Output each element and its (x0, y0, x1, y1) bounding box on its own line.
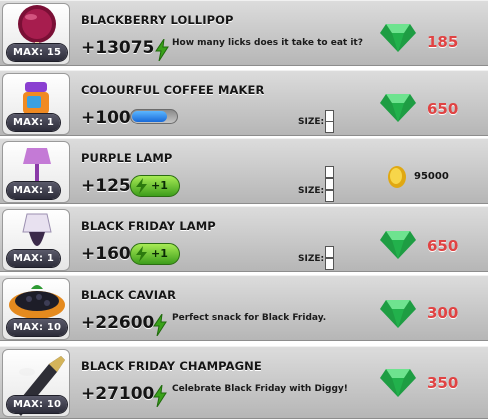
gem-icon (380, 300, 416, 328)
shop-item-row[interactable]: MAX: 15 BLACKBERRY LOLLIPOP +13075 How m… (0, 0, 488, 66)
item-price: 650 (427, 100, 459, 118)
shop-item-list: MAX: 15 BLACKBERRY LOLLIPOP +13075 How m… (0, 0, 488, 419)
item-price: 300 (427, 304, 459, 322)
energy-progress-bar (130, 109, 178, 124)
energy-boost-pill: +1 (130, 243, 180, 265)
size-box (325, 178, 334, 190)
max-quantity-badge: MAX: 10 (7, 319, 68, 336)
size-box (325, 258, 334, 270)
energy-value: +22600 (81, 313, 155, 333)
item-thumbnail: MAX: 10 (2, 349, 70, 417)
size-box (325, 190, 334, 202)
size-box (325, 121, 334, 133)
max-quantity-badge: MAX: 1 (7, 114, 61, 131)
gem-icon (380, 94, 416, 122)
size-box (325, 246, 334, 258)
energy-boost-pill: +1 (130, 175, 180, 197)
energy-bolt-icon (136, 178, 147, 194)
coin-icon (388, 166, 406, 188)
size-label: SIZE: (298, 117, 325, 127)
boost-value: +1 (151, 247, 168, 260)
item-price: 650 (427, 237, 459, 255)
energy-progress-fill (132, 111, 167, 122)
shop-item-row[interactable]: MAX: 10 BLACK CAVIAR +22600 Perfect snac… (0, 275, 488, 341)
gem-icon (380, 24, 416, 52)
item-thumbnail: MAX: 1 (2, 141, 70, 203)
gem-icon (380, 369, 416, 397)
gem-icon (380, 231, 416, 259)
energy-bolt-icon (153, 314, 167, 336)
energy-value: +160 (81, 244, 131, 264)
max-quantity-badge: MAX: 15 (7, 44, 68, 61)
item-price: 185 (427, 33, 459, 51)
energy-bolt-icon (153, 385, 167, 407)
item-name: BLACK FRIDAY LAMP (81, 219, 216, 233)
shop-item-row[interactable]: MAX: 1 BLACK FRIDAY LAMP +160 +1 SIZE: 6… (0, 206, 488, 272)
max-quantity-badge: MAX: 1 (7, 182, 61, 199)
item-name: BLACK FRIDAY CHAMPAGNE (81, 359, 262, 373)
item-price: 95000 (414, 171, 449, 182)
item-name: BLACKBERRY LOLLIPOP (81, 13, 234, 27)
energy-value: +125 (81, 176, 131, 196)
energy-bolt-icon (155, 39, 169, 61)
item-description: Celebrate Black Friday with Diggy! (172, 384, 348, 394)
energy-value: +13075 (81, 38, 155, 58)
size-label: SIZE: (298, 186, 325, 196)
item-thumbnail: MAX: 1 (2, 73, 70, 135)
item-name: COLOURFUL COFFEE MAKER (81, 83, 265, 97)
energy-value: +27100 (81, 384, 155, 404)
size-label: SIZE: (298, 254, 325, 264)
item-thumbnail: MAX: 1 (2, 209, 70, 271)
item-thumbnail: MAX: 15 (2, 3, 70, 65)
item-description: Perfect snack for Black Friday. (172, 313, 327, 323)
max-quantity-badge: MAX: 10 (7, 396, 68, 413)
size-box (325, 166, 334, 178)
item-price: 350 (427, 374, 459, 392)
max-quantity-badge: MAX: 1 (7, 250, 61, 267)
item-name: BLACK CAVIAR (81, 288, 177, 302)
boost-value: +1 (151, 179, 168, 192)
shop-item-row[interactable]: MAX: 1 PURPLE LAMP +125 +1 SIZE: 95000 (0, 138, 488, 204)
item-name: PURPLE LAMP (81, 151, 173, 165)
shop-item-row[interactable]: MAX: 10 BLACK FRIDAY CHAMPAGNE +27100 Ce… (0, 346, 488, 419)
item-thumbnail: MAX: 10 (2, 278, 70, 340)
energy-bolt-icon (136, 246, 147, 262)
item-description: How many licks does it take to eat it? (172, 38, 363, 48)
